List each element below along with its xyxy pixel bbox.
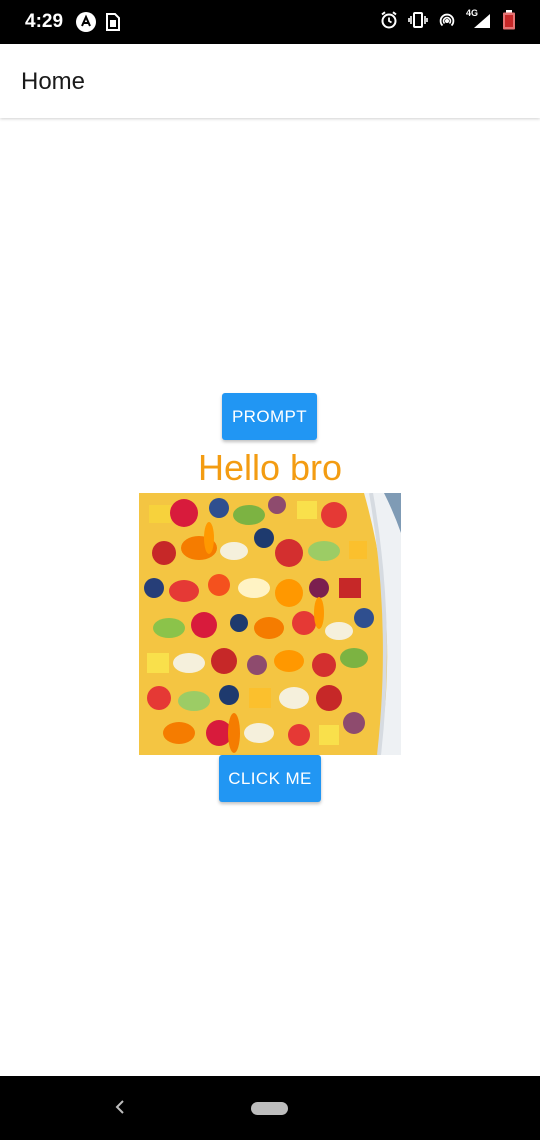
status-time: 4:29 xyxy=(25,11,64,32)
signal-icon: 4G xyxy=(466,8,492,30)
fruit-salad-illustration xyxy=(139,493,401,755)
battery-icon xyxy=(502,10,516,30)
click-me-button[interactable]: CLICK ME xyxy=(219,755,321,802)
back-icon[interactable] xyxy=(112,1098,128,1121)
alarm-icon xyxy=(380,11,398,29)
page-title: Home xyxy=(21,68,86,95)
notification-a-icon xyxy=(76,12,96,32)
fruit-salad-image xyxy=(139,493,401,755)
app-bar: Home xyxy=(0,44,540,118)
main-content: PROMPT Hello bro CLICK ME xyxy=(0,118,540,1076)
prompt-button[interactable]: PROMPT xyxy=(222,393,317,440)
sim-icon xyxy=(106,13,120,31)
status-left-icons xyxy=(76,12,120,32)
vibrate-icon xyxy=(408,12,428,28)
network-type-label: 4G xyxy=(466,8,479,18)
navigation-bar xyxy=(0,1076,540,1140)
status-bar: 4:29 4G xyxy=(0,0,540,44)
greeting-text: Hello bro xyxy=(197,447,343,488)
hotspot-icon xyxy=(438,11,456,29)
screen: 4:29 4G Home PROMPT Hello bro CLICK ME xyxy=(0,0,540,1140)
home-pill-icon[interactable] xyxy=(251,1102,288,1115)
status-right-icons: 4G xyxy=(380,8,516,30)
